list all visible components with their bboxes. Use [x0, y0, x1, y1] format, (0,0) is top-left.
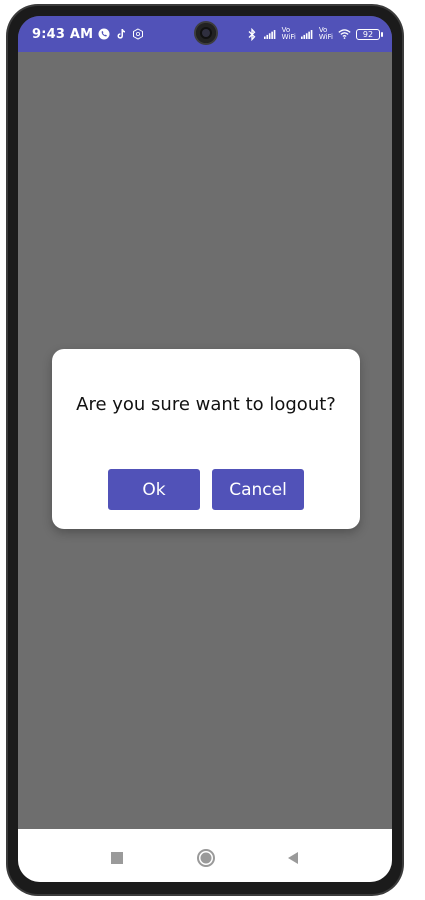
battery-icon: 92 [356, 28, 383, 40]
phone-frame: 9:43 AM Vo WiFi Vo WiFi 92 Are you sure … [8, 6, 402, 894]
status-left: 9:43 AM [32, 27, 144, 42]
vowifi-1-bottom: WiFi [281, 33, 296, 41]
status-right: Vo WiFi Vo WiFi 92 [246, 27, 383, 41]
recent-apps-icon[interactable] [106, 847, 128, 869]
camera-icon [196, 23, 216, 43]
dialog-actions: Ok Cancel [52, 469, 360, 510]
wifi-icon [338, 28, 351, 41]
vowifi-label-2: Vo WiFi [319, 27, 333, 41]
logout-dialog: Are you sure want to logout? Ok Cancel [52, 349, 360, 529]
dialog-message: Are you sure want to logout? [76, 394, 336, 415]
screen: 9:43 AM Vo WiFi Vo WiFi 92 Are you sure … [18, 16, 392, 882]
bluetooth-icon [246, 27, 259, 41]
cancel-button[interactable]: Cancel [212, 469, 304, 510]
battery-level: 92 [362, 29, 374, 39]
signal-icon [300, 28, 314, 41]
vowifi-2-bottom: WiFi [318, 33, 333, 41]
back-icon[interactable] [282, 847, 304, 869]
status-bar: 9:43 AM Vo WiFi Vo WiFi 92 [18, 16, 392, 52]
shield-icon [131, 28, 144, 41]
signal-icon [263, 28, 277, 41]
navigation-bar [18, 829, 392, 882]
vowifi-label-1: Vo WiFi [282, 27, 296, 41]
tiktok-icon [114, 28, 127, 41]
home-icon[interactable] [195, 847, 217, 869]
ok-button[interactable]: Ok [108, 469, 200, 510]
phone-call-icon [97, 28, 110, 41]
status-time: 9:43 AM [32, 26, 94, 42]
